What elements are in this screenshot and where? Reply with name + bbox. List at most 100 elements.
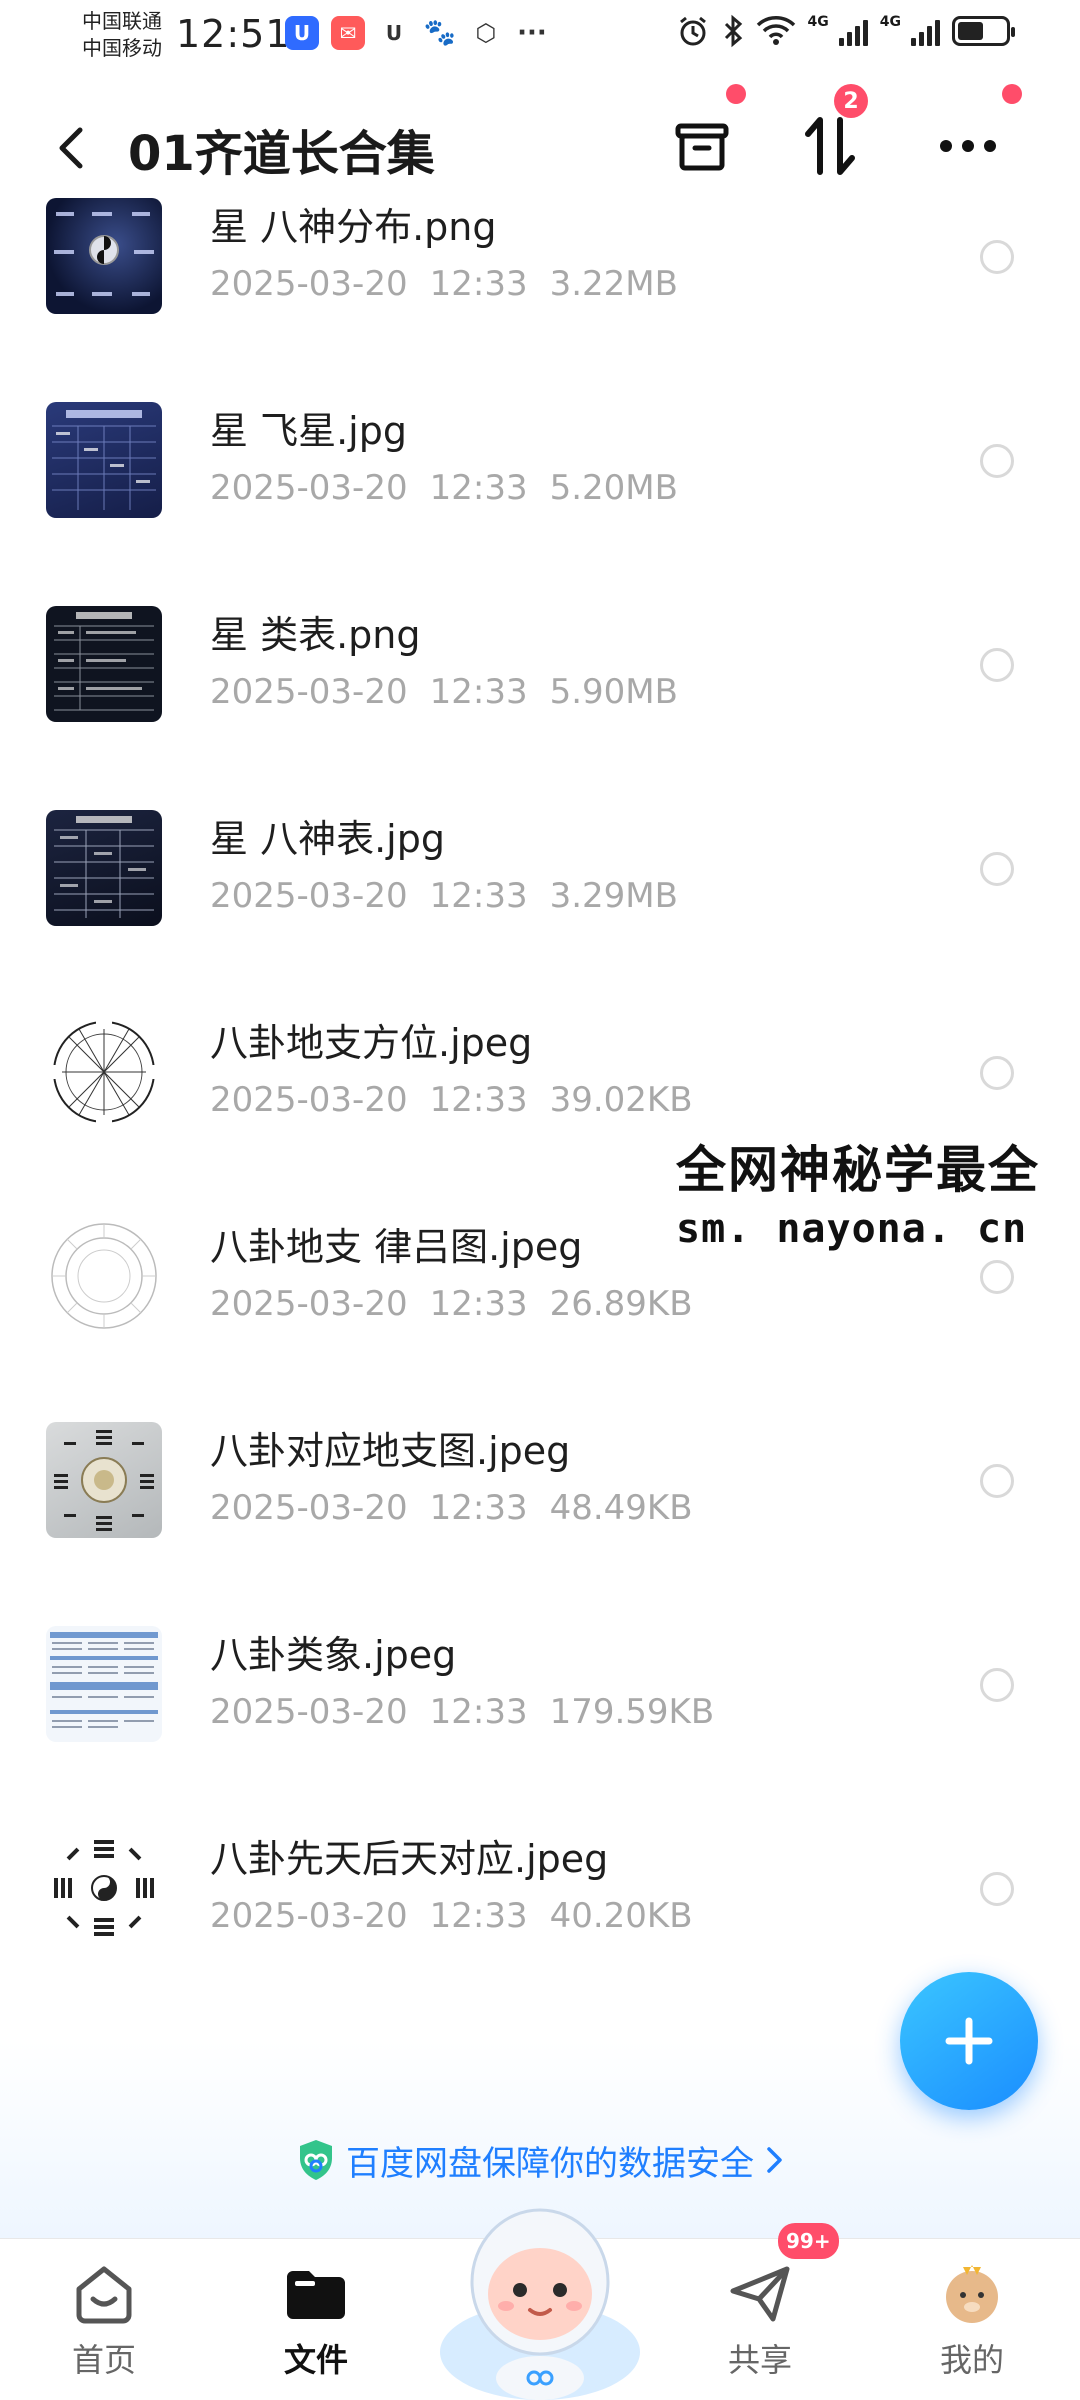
more-dots-icon (940, 140, 996, 152)
file-date: 2025-03-20 (210, 468, 408, 508)
tab-home[interactable]: 首页 (4, 2239, 204, 2400)
more-button[interactable] (928, 106, 1008, 186)
file-name: 八卦地支方位.jpeg (210, 1021, 533, 1065)
file-time: 12:33 (429, 1080, 528, 1120)
bluetooth-icon (724, 14, 742, 48)
watermark-line-2: sm. nayona. cn (676, 1206, 1028, 1252)
wifi-icon (756, 16, 795, 45)
select-radio[interactable] (980, 1872, 1014, 1906)
avatar-icon (946, 2265, 998, 2323)
select-radio[interactable] (980, 852, 1014, 886)
file-meta: 2025-03-20 12:33 179.59KB (210, 1692, 714, 1732)
alarm-icon (679, 16, 706, 46)
file-size: 3.29MB (549, 876, 678, 916)
home-icon (76, 2266, 132, 2324)
carrier-labels: 中国联通 中国移动 (82, 8, 162, 62)
carrier-1: 中国联通 (82, 9, 162, 33)
chevron-left-icon (59, 127, 83, 169)
archive-red-dot (726, 84, 746, 104)
file-name: 星 八神分布.png (210, 205, 497, 249)
signal-2-icon (911, 16, 940, 46)
status-bar: 中国联通 中国移动 12:51 U ✉ U 🐾 ⬡ ··· 4G 4G (0, 0, 1080, 70)
file-meta: 2025-03-20 12:33 5.20MB (210, 468, 678, 508)
paw-icon: 🐾 (423, 18, 457, 48)
security-notice-text: 百度网盘保障你的数据安全 (346, 2143, 754, 2184)
file-time: 12:33 (429, 1896, 528, 1936)
file-thumbnail (46, 1218, 162, 1334)
file-meta: 2025-03-20 12:33 3.22MB (210, 264, 678, 304)
file-name: 星 类表.png (210, 613, 421, 657)
notification-icons: U ✉ U 🐾 ⬡ ··· (285, 16, 549, 50)
app-notification-icon: ✉ (331, 16, 365, 50)
select-radio[interactable] (980, 240, 1014, 274)
tab-share-label: 共享 (727, 2341, 792, 2379)
add-button[interactable] (900, 1972, 1038, 2110)
tab-share[interactable]: 共享 99+ (660, 2223, 860, 2400)
file-meta: 2025-03-20 12:33 26.89KB (210, 1284, 693, 1324)
file-date: 2025-03-20 (210, 1080, 408, 1120)
tab-files-label: 文件 (283, 2341, 348, 2379)
file-name: 八卦地支 律吕图.jpeg (210, 1225, 583, 1269)
tab-files[interactable]: 文件 (216, 2239, 416, 2400)
file-thumbnail (46, 402, 162, 518)
signal-1-icon (838, 16, 868, 46)
file-date: 2025-03-20 (210, 1488, 408, 1528)
transfer-button[interactable] (790, 106, 870, 186)
file-thumbnail (46, 198, 162, 314)
file-time: 12:33 (429, 1488, 528, 1528)
clock: 12:51 (176, 12, 291, 56)
security-notice[interactable]: 百度网盘保障你的数据安全 (0, 2130, 1080, 2190)
file-thumbnail (46, 1626, 162, 1742)
file-name: 星 八神表.jpg (210, 817, 445, 861)
file-row[interactable]: 八卦对应地支图.jpeg 2025-03-20 12:33 48.49KB (0, 1412, 1080, 1616)
file-thumbnail (46, 810, 162, 926)
chevron-right-icon (767, 2147, 782, 2173)
file-time: 12:33 (429, 672, 528, 712)
file-row[interactable]: 星 类表.png 2025-03-20 12:33 5.90MB (0, 596, 1080, 800)
file-size: 48.49KB (549, 1488, 693, 1528)
archive-box-icon (675, 123, 729, 171)
file-row[interactable]: 八卦类象.jpeg 2025-03-20 12:33 179.59KB (0, 1616, 1080, 1820)
select-radio[interactable] (980, 1260, 1014, 1294)
file-time: 12:33 (429, 264, 528, 304)
transfer-arrows-icon (805, 117, 855, 175)
tab-home-label: 首页 (71, 2341, 136, 2379)
file-meta: 2025-03-20 12:33 5.90MB (210, 672, 678, 712)
file-date: 2025-03-20 (210, 1284, 408, 1324)
more-red-dot (1002, 84, 1022, 104)
file-row[interactable]: 星 八神表.jpg 2025-03-20 12:33 3.29MB (0, 800, 1080, 1004)
paper-plane-icon (730, 2266, 790, 2322)
file-name: 八卦对应地支图.jpeg (210, 1429, 571, 1473)
file-size: 39.02KB (549, 1080, 693, 1120)
file-size: 179.59KB (549, 1692, 715, 1732)
app-notification-icon: U (385, 21, 403, 45)
tab-profile-label: 我的 (939, 2341, 1004, 2379)
select-radio[interactable] (980, 648, 1014, 682)
file-row[interactable]: 星 飞星.jpg 2025-03-20 12:33 5.20MB (0, 392, 1080, 596)
file-meta: 2025-03-20 12:33 39.02KB (210, 1080, 693, 1120)
hexagon-icon: ⬡ (475, 19, 497, 47)
back-button[interactable] (50, 116, 90, 176)
battery-icon (952, 16, 1015, 46)
network-2-label: 4G (879, 14, 901, 30)
file-row[interactable]: 星 八神分布.png 2025-03-20 12:33 3.22MB (0, 188, 1080, 392)
file-name: 星 飞星.jpg (210, 409, 407, 453)
select-radio[interactable] (980, 444, 1014, 478)
app-notification-icon: U (285, 16, 319, 50)
select-radio[interactable] (980, 1464, 1014, 1498)
mascot-assistant-button[interactable] (428, 2182, 652, 2400)
file-date: 2025-03-20 (210, 1896, 408, 1936)
tab-profile[interactable]: 我的 (872, 2239, 1072, 2400)
watermark-overlay: 全网神秘学最全 sm. nayona. cn (676, 1138, 1080, 1256)
file-size: 3.22MB (549, 264, 678, 304)
file-date: 2025-03-20 (210, 672, 408, 712)
file-date: 2025-03-20 (210, 264, 408, 304)
select-radio[interactable] (980, 1668, 1014, 1702)
archive-button[interactable] (662, 106, 742, 186)
file-thumbnail (46, 1422, 162, 1538)
file-size: 5.20MB (549, 468, 678, 508)
plus-icon (945, 2017, 993, 2065)
select-radio[interactable] (980, 1056, 1014, 1090)
system-indicators: 4G 4G (676, 14, 1015, 48)
file-time: 12:33 (429, 468, 528, 508)
